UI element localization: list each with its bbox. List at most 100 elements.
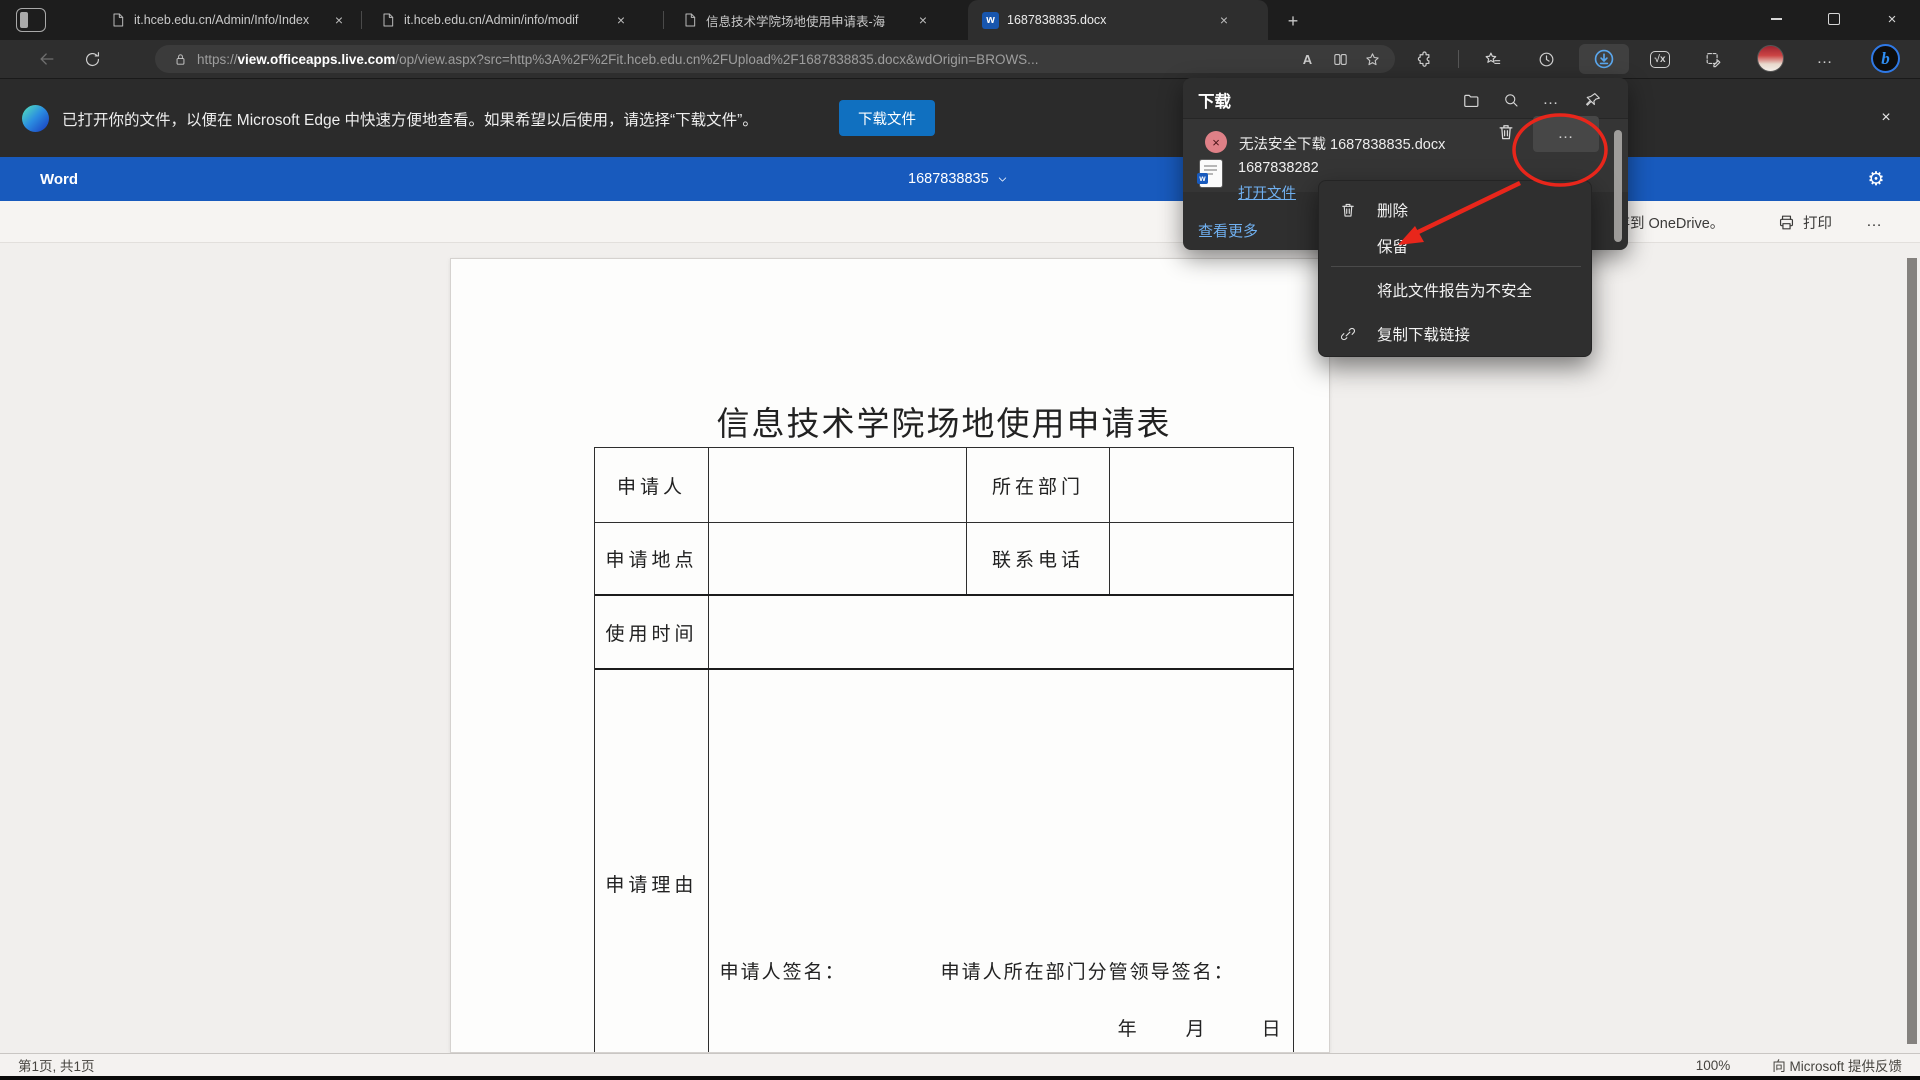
see-more-link[interactable]: 查看更多 <box>1198 220 1258 241</box>
zoom-level-label[interactable]: 100% <box>1696 1058 1731 1073</box>
tab-separator <box>361 11 362 29</box>
tab-title: it.hceb.edu.cn/Admin/info/modif <box>404 13 604 27</box>
tab-separator <box>663 11 664 29</box>
open-file-link[interactable]: 打开文件 <box>1238 182 1296 203</box>
edge-logo-icon <box>22 105 49 132</box>
downloads-more-icon[interactable]: … <box>1539 88 1563 112</box>
delete-download-icon[interactable] <box>1496 122 1520 146</box>
page-icon <box>380 12 396 28</box>
window-close-button[interactable]: × <box>1869 0 1915 38</box>
ellipsis-glyph: … <box>1543 95 1560 105</box>
notification-close-icon[interactable]: × <box>1872 104 1900 132</box>
tab-title: it.hceb.edu.cn/Admin/Info/Index <box>134 13 322 27</box>
read-aloud-icon[interactable]: A <box>1295 48 1321 70</box>
page-icon <box>682 12 698 28</box>
cell-applicant-value <box>709 448 967 522</box>
document-title-dropdown[interactable]: 1687838835 <box>908 157 1009 201</box>
tab-admin-info-index[interactable]: it.hceb.edu.cn/Admin/Info/Index × <box>96 0 358 40</box>
favorites-icon[interactable] <box>1480 47 1504 71</box>
trash-icon <box>1337 199 1359 221</box>
math-solver-icon[interactable]: √x <box>1648 47 1672 71</box>
page-scrollbar[interactable] <box>1907 258 1917 1044</box>
menu-label: 将此文件报告为不安全 <box>1377 279 1532 301</box>
downloads-panel-title: 下载 <box>1198 88 1231 112</box>
menu-item-report-unsafe[interactable]: 将此文件报告为不安全 <box>1319 273 1593 306</box>
web-capture-icon[interactable] <box>1701 47 1725 71</box>
lock-icon[interactable] <box>167 48 193 70</box>
blocked-item-text: 无法安全下载 1687838835.docx <box>1239 133 1445 154</box>
url-path: /op/view.aspx?src=http%3A%2F%2Fit.hceb.e… <box>395 52 1038 67</box>
open-downloads-folder-icon[interactable] <box>1459 88 1483 112</box>
download-file-button[interactable]: 下载文件 <box>839 100 935 136</box>
page-icon <box>110 12 126 28</box>
pin-panel-icon[interactable] <box>1581 88 1605 112</box>
extensions-icon[interactable] <box>1412 47 1436 71</box>
more-menu-icon[interactable]: … <box>1813 47 1837 71</box>
history-icon[interactable] <box>1534 47 1558 71</box>
url-text: https://view.officeapps.live.com/op/view… <box>197 52 1289 67</box>
reload-icon[interactable] <box>80 47 104 71</box>
tab-admin-info-modify[interactable]: it.hceb.edu.cn/Admin/info/modif × <box>366 0 660 40</box>
word-icon: w <box>982 12 999 29</box>
window-restore-button[interactable] <box>1811 0 1857 38</box>
cell-location-value <box>709 523 967 594</box>
cell-reason-label: 申请理由 <box>595 670 709 1053</box>
menu-item-delete[interactable]: 删除 <box>1319 193 1593 226</box>
cell-department-value <box>1110 448 1293 522</box>
word-badge: w <box>1197 173 1208 184</box>
tab-close-icon[interactable]: × <box>1215 11 1233 29</box>
doc-title-text: 1687838835 <box>908 171 989 187</box>
word-status-bar: 第1页, 共1页 100% 向 Microsoft 提供反馈 <box>0 1053 1920 1076</box>
print-label: 打印 <box>1803 212 1832 233</box>
cell-reason-value: 申请人签名： 申请人所在部门分管领导签名： 年 月 日 <box>709 670 1293 1053</box>
menu-label: 保留 <box>1377 235 1408 257</box>
back-icon[interactable] <box>35 47 59 71</box>
blocked-error-icon: × <box>1205 131 1227 153</box>
tab-title: 信息技术学院场地使用申请表-海 <box>706 11 906 30</box>
notification-message: 已打开你的文件，以便在 Microsoft Edge 中快速方便地查看。如果希望… <box>62 79 758 158</box>
viewer-toolbar: 保存到 OneDrive。 打印 … <box>0 201 1920 243</box>
menu-label: 复制下载链接 <box>1377 323 1470 345</box>
window-minimize-button[interactable] <box>1753 0 1799 38</box>
menu-item-copy-link[interactable]: 复制下载链接 <box>1319 317 1593 350</box>
downloads-panel-scrollbar[interactable] <box>1614 130 1622 242</box>
signature-applicant-label: 申请人签名： <box>720 957 846 984</box>
tab-close-icon[interactable]: × <box>330 11 348 29</box>
tab-title: 1687838835.docx <box>1007 13 1207 27</box>
toolbar-divider <box>1458 50 1459 68</box>
tab-close-icon[interactable]: × <box>914 11 932 29</box>
date-year-label: 年 <box>1118 1014 1139 1041</box>
menu-label: 删除 <box>1377 199 1408 221</box>
print-button[interactable]: 打印 <box>1777 201 1832 243</box>
feedback-link[interactable]: 向 Microsoft 提供反馈 <box>1772 1055 1902 1075</box>
document-viewer-area[interactable]: 信息技术学院场地使用申请表 申请人 所在部门 申请地点 联系电话 使用时间 <box>0 243 1920 1053</box>
tab-workspaces-icon[interactable] <box>16 8 46 32</box>
tab-application-form[interactable]: 信息技术学院场地使用申请表-海 × <box>668 0 962 40</box>
search-downloads-icon[interactable] <box>1499 88 1523 112</box>
viewer-more-button[interactable]: … <box>1866 201 1883 243</box>
cell-phone-label: 联系电话 <box>967 523 1110 594</box>
profile-avatar[interactable] <box>1757 45 1784 72</box>
favorite-star-icon[interactable] <box>1359 48 1385 70</box>
download-item-name[interactable]: 1687838282 <box>1238 160 1318 176</box>
new-tab-button[interactable]: + <box>1280 8 1306 34</box>
cell-applicant-label: 申请人 <box>595 448 709 522</box>
browser-window: it.hceb.edu.cn/Admin/Info/Index × it.hce… <box>0 0 1920 1080</box>
printer-icon <box>1777 213 1796 232</box>
url-prefix: https:// <box>197 52 238 67</box>
tab-close-icon[interactable]: × <box>612 11 630 29</box>
bing-chat-button[interactable]: b <box>1871 44 1900 73</box>
tab-docx-active[interactable]: w 1687838835.docx × <box>968 0 1268 40</box>
address-bar[interactable]: https://view.officeapps.live.com/op/view… <box>155 45 1395 73</box>
sqrt-glyph: √x <box>1650 51 1669 68</box>
downloads-button[interactable] <box>1579 44 1629 74</box>
page-count-label[interactable]: 第1页, 共1页 <box>18 1055 95 1075</box>
cell-time-label: 使用时间 <box>595 596 709 668</box>
menu-item-keep[interactable]: 保留 <box>1319 229 1593 262</box>
download-more-actions-button[interactable]: … <box>1533 116 1599 152</box>
browser-toolbar: https://view.officeapps.live.com/op/view… <box>0 40 1920 78</box>
ellipsis-glyph: … <box>1817 54 1834 64</box>
split-screen-icon[interactable] <box>1327 48 1353 70</box>
cell-time-value <box>709 596 1293 668</box>
settings-gear-icon[interactable]: ⚙ <box>1858 157 1894 201</box>
